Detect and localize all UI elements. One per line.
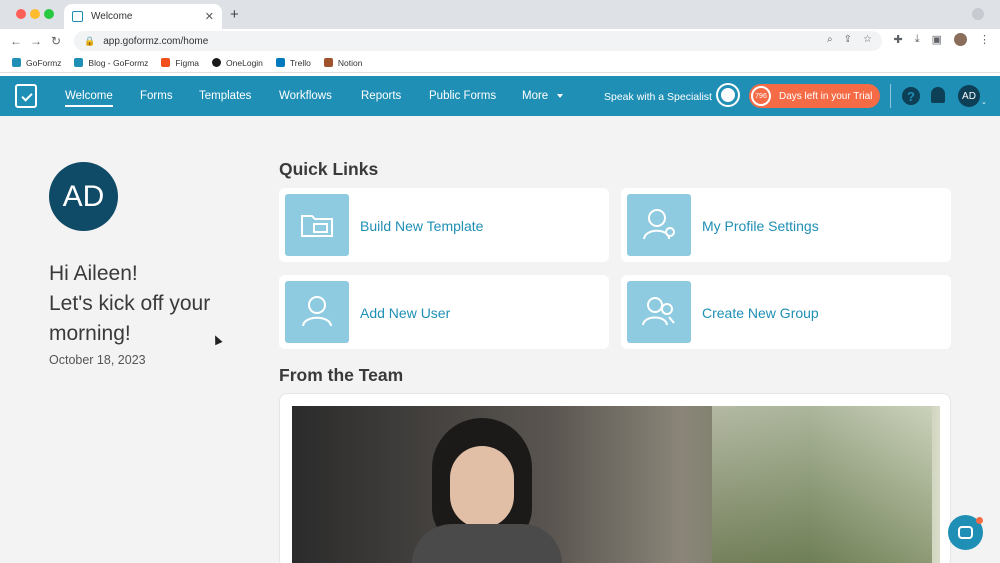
specialist-headset-icon[interactable] [718, 85, 738, 105]
browser-toolbar: ← → ↻ 🔒 app.goformz.com/home ⌕ ⇪ ☆ ✚ ⤓ ▣… [0, 29, 1000, 53]
browser-menu-icon[interactable]: ⋮ [979, 33, 990, 46]
nav-workflows[interactable]: Workflows [279, 90, 332, 102]
from-the-team-card[interactable] [279, 393, 951, 563]
address-bar[interactable]: 🔒 app.goformz.com/home ⌕ ⇪ ☆ [74, 31, 882, 51]
bookmark-star-icon[interactable]: ☆ [863, 34, 872, 45]
back-arrow-icon[interactable]: ← [6, 34, 26, 48]
share-icon[interactable]: ⇪ [844, 34, 852, 45]
url-text: app.goformz.com/home [103, 35, 209, 47]
greeting-line-1: Hi Aileen! [49, 262, 138, 285]
minimize-window-icon[interactable] [30, 9, 40, 19]
notification-bell-icon[interactable] [931, 87, 945, 103]
nav-divider [890, 84, 891, 108]
chat-notification-dot [976, 517, 983, 524]
from-the-team-title: From the Team [279, 365, 404, 385]
nav-forms[interactable]: Forms [140, 90, 173, 102]
user-avatar-menu[interactable]: AD [958, 85, 980, 107]
greeting-line-3: morning! [49, 322, 131, 345]
quick-links-title: Quick Links [279, 159, 379, 179]
bookmark-onelogin[interactable]: OneLogin [212, 58, 263, 68]
tab-title: Welcome [91, 11, 133, 22]
app-nav-bar: Welcome Forms Templates Workflows Report… [0, 76, 1000, 116]
avatar-chevron-icon[interactable]: ⌄ [981, 98, 987, 106]
quick-link-add-user[interactable]: Add New User [279, 275, 609, 349]
trial-text: Days left in your Trial [779, 91, 873, 102]
quick-link-build-template[interactable]: Build New Template [279, 188, 609, 262]
goformz-favicon-icon [72, 11, 83, 22]
extensions-icon[interactable]: ✚ [894, 33, 903, 46]
build-template-label: Build New Template [360, 218, 484, 234]
forward-arrow-icon[interactable]: → [26, 34, 46, 48]
close-tab-icon[interactable]: ✕ [205, 10, 214, 23]
chat-bubble-icon [958, 526, 973, 539]
browser-tabstrip: Welcome ✕ + [0, 0, 1000, 29]
help-icon[interactable]: ? [902, 87, 920, 105]
quick-link-profile-settings[interactable]: My Profile Settings [621, 188, 951, 262]
goformz-logo-icon[interactable] [15, 84, 37, 108]
speak-with-specialist-link[interactable]: Speak with a Specialist [604, 91, 712, 103]
bookmarks-bar: GoFormz Blog - GoFormz Figma OneLogin Tr… [0, 53, 1000, 73]
add-user-label: Add New User [360, 305, 451, 321]
folder-template-icon [285, 194, 349, 256]
profile-avatar: AD [49, 162, 118, 231]
main-content: AD Hi Aileen! Let's kick off your mornin… [0, 116, 1000, 563]
bookmark-notion[interactable]: Notion [323, 58, 362, 68]
bookmark-figma[interactable]: Figma [161, 58, 199, 68]
sidebar-icon[interactable]: ▣ [932, 33, 942, 46]
add-user-icon [285, 281, 349, 343]
reload-icon[interactable]: ↻ [46, 34, 66, 48]
greeting-line-2: Let's kick off your [49, 292, 211, 315]
browser-profile-avatar[interactable] [954, 33, 967, 46]
lock-icon: 🔒 [84, 35, 96, 46]
bookmark-trello[interactable]: Trello [275, 58, 311, 68]
trial-days-count: 796 [751, 86, 771, 106]
team-photo-image [292, 406, 940, 563]
zoom-icon[interactable]: ⌕ [827, 34, 833, 45]
maximize-window-icon[interactable] [44, 9, 54, 19]
tab-search-icon[interactable] [972, 8, 984, 20]
create-group-label: Create New Group [702, 305, 819, 321]
browser-tab[interactable]: Welcome ✕ [64, 4, 222, 29]
close-window-icon[interactable] [16, 9, 26, 19]
chevron-down-icon[interactable] [557, 94, 563, 98]
greeting: Hi Aileen! Let's kick off your morning! [49, 259, 269, 349]
quick-link-create-group[interactable]: Create New Group [621, 275, 951, 349]
nav-welcome[interactable]: Welcome [65, 90, 113, 107]
nav-templates[interactable]: Templates [199, 90, 251, 102]
new-tab-button[interactable]: + [230, 6, 239, 23]
user-settings-icon [627, 194, 691, 256]
bookmark-goformz[interactable]: GoFormz [12, 58, 61, 68]
current-date: October 18, 2023 [49, 353, 146, 367]
download-icon[interactable]: ⤓ [915, 33, 920, 46]
group-icon [627, 281, 691, 343]
bookmark-blog-goformz[interactable]: Blog - GoFormz [74, 58, 148, 68]
profile-settings-label: My Profile Settings [702, 218, 819, 234]
nav-reports[interactable]: Reports [361, 90, 401, 102]
nav-public-forms[interactable]: Public Forms [429, 90, 496, 102]
nav-more[interactable]: More [522, 90, 548, 102]
